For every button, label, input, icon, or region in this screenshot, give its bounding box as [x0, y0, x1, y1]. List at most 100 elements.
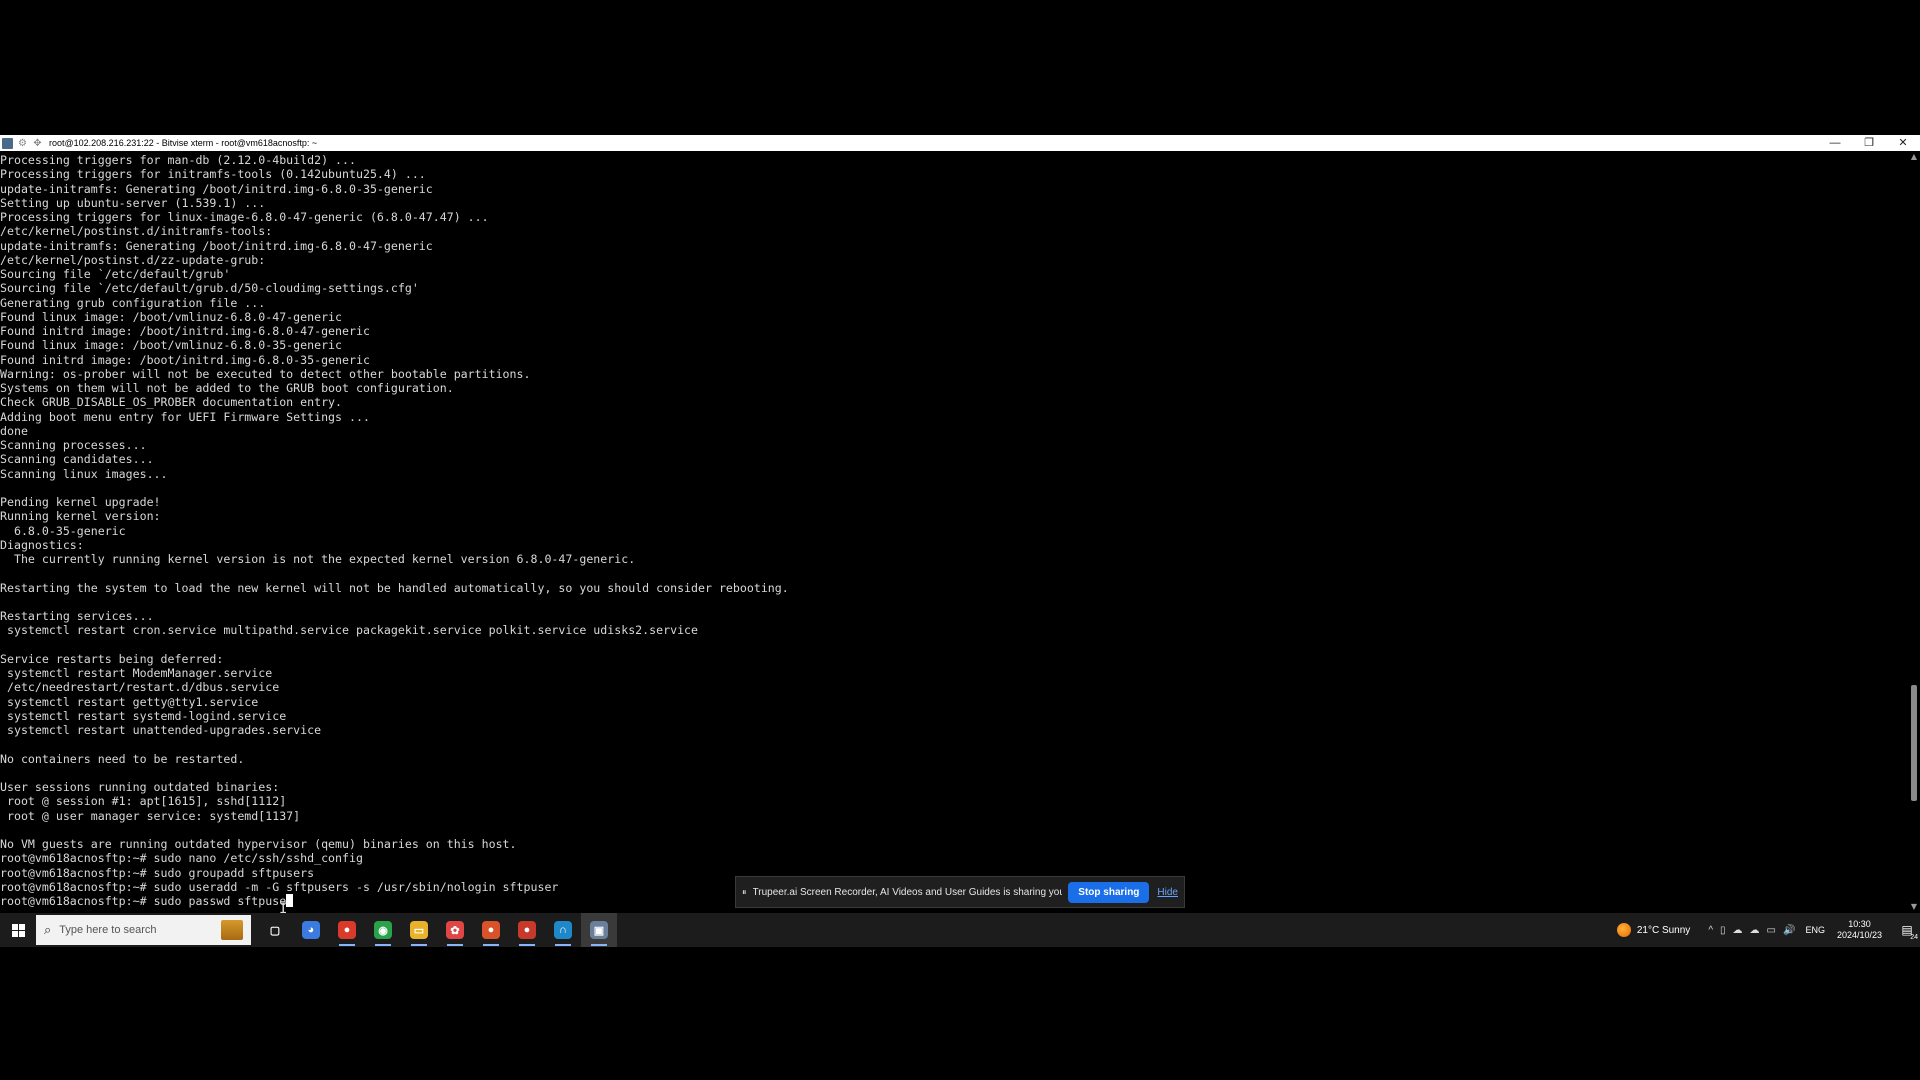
terminal-line: Processing triggers for initramfs-tools …: [0, 167, 426, 182]
app-red-icon: ✿: [446, 921, 464, 939]
weather-text: 21°C Sunny: [1636, 924, 1691, 936]
system-tray: 21°C Sunny ^ ▯ ☁ ☁ ▭ 🔊 ENG 10:30 2024/10/23 ▤…: [1616, 913, 1920, 947]
volume-icon[interactable]: 🔊: [1783, 925, 1795, 936]
pause-icon[interactable]: ⏸: [742, 887, 747, 898]
share-message: Trupeer.ai Screen Recorder, AI Videos an…: [752, 886, 1063, 898]
chrome-profile-2-taskbar-button[interactable]: ●: [473, 913, 509, 947]
weather-widget[interactable]: 21°C Sunny: [1616, 923, 1691, 937]
stop-sharing-button[interactable]: Stop sharing: [1068, 881, 1150, 903]
network-icon[interactable]: ▭: [1767, 925, 1776, 936]
minimize-button[interactable]: —: [1818, 135, 1852, 151]
terminal-line: systemctl restart ModemManager.service: [0, 666, 273, 680]
battery-icon[interactable]: ▯: [1720, 925, 1726, 936]
terminal-line: Setting up ubuntu-server (1.539.1) ...: [0, 195, 266, 210]
taskbar-search-box[interactable]: ⌕ Type here to search: [36, 915, 251, 945]
terminal-line: Diagnostics:: [0, 537, 84, 552]
terminal-line: /etc/kernel/postinst.d/initramfs-tools:: [0, 224, 273, 239]
terminal-line: root @ session #1: apt[1615], sshd[1112]: [0, 794, 287, 809]
bitvise-xterm-icon: ▣: [590, 921, 608, 939]
terminal-line: /etc/needrestart/restart.d/dbus.service: [0, 680, 280, 695]
bitvise-xterm-taskbar-button[interactable]: ▣: [581, 913, 617, 947]
terminal-line: Generating grub configuration file ...: [0, 295, 266, 310]
app-icon[interactable]: [2, 137, 13, 149]
terminal-line: Running kernel version:: [0, 509, 161, 524]
onedrive-icon[interactable]: ☁: [1733, 925, 1743, 936]
terminal-line: Restarting services...: [0, 609, 154, 623]
shell-prompt: root@vm618acnosftp:~#: [0, 894, 154, 908]
terminal-line: root@vm618acnosftp:~# sudo nano /etc/ssh…: [0, 851, 363, 866]
close-button[interactable]: ✕: [1886, 135, 1920, 151]
search-placeholder: Type here to search: [59, 924, 157, 936]
terminal-line: Found initrd image: /boot/initrd.img-6.8…: [0, 352, 370, 367]
clock-time: 10:30: [1848, 919, 1871, 929]
terminal-line: Found linux image: /boot/vmlinuz-6.8.0-4…: [0, 309, 343, 324]
chrome-profile-3-icon: ●: [518, 921, 536, 939]
start-button[interactable]: [0, 913, 36, 947]
terminal-line: Service restarts being deferred:: [0, 651, 224, 666]
terminal-output[interactable]: Processing triggers for man-db (2.12.0-4…: [0, 151, 1908, 913]
screen-share-banner: ⏸ Trupeer.ai Screen Recorder, AI Videos …: [735, 876, 1185, 908]
move-icon[interactable]: ✥: [32, 138, 43, 149]
terminal-line: update-initramfs: Generating /boot/initr…: [0, 238, 433, 253]
copilot-taskbar-button[interactable]: ◕: [293, 913, 329, 947]
terminal-line: Check GRUB_DISABLE_OS_PROBER documentati…: [0, 395, 343, 410]
notification-count: 24: [1910, 934, 1918, 941]
notification-center-button[interactable]: ▤ 24: [1894, 913, 1920, 947]
terminal-line: done: [0, 423, 28, 438]
window-title-bar[interactable]: ⚙ ✥ root@102.208.216.231:22 - Bitvise xt…: [0, 135, 1920, 151]
terminal-line: Scanning candidates...: [0, 452, 154, 467]
file-explorer-taskbar-button[interactable]: ▭: [401, 913, 437, 947]
windows-logo-icon: [11, 923, 25, 937]
scroll-up-arrow-icon[interactable]: ▲: [1908, 151, 1920, 163]
command-input[interactable]: sudo passwd sftpuse: [154, 894, 287, 908]
terminal-line: 6.8.0-35-generic: [0, 523, 126, 538]
window-controls: — ❐ ✕: [1818, 135, 1920, 151]
tray-icons: ^ ▯ ☁ ☁ ▭ 🔊: [1708, 925, 1795, 936]
scroll-thumb[interactable]: [1911, 685, 1917, 802]
sun-icon: [1616, 923, 1631, 937]
taskbar-apps: ▢ ◕ ● ◉ ▭ ✿ ● ● ∩ ▣: [257, 913, 617, 947]
bitvise-client-taskbar-button[interactable]: ∩: [545, 913, 581, 947]
maximize-button[interactable]: ❐: [1852, 135, 1886, 151]
scroll-down-arrow-icon[interactable]: ▼: [1908, 901, 1920, 913]
terminal-line: No VM guests are running outdated hyperv…: [0, 837, 517, 851]
search-icon: ⌕: [44, 922, 52, 937]
terminal-line: Warning: os-prober will not be executed …: [0, 366, 531, 381]
terminal-line: Sourcing file `/etc/default/grub.d/50-cl…: [0, 281, 419, 296]
clock-date: 2024/10/23: [1836, 930, 1882, 940]
chrome-taskbar-button[interactable]: ◉: [365, 913, 401, 947]
terminal-line: User sessions running outdated binaries:: [0, 780, 280, 794]
terminal-line: Scanning linux images...: [0, 466, 168, 481]
chrome-profile-3-taskbar-button[interactable]: ●: [509, 913, 545, 947]
window-title: root@102.208.216.231:22 - Bitvise xterm …: [49, 138, 318, 148]
hide-banner-link[interactable]: Hide: [1157, 887, 1178, 898]
terminal-line: root @ user manager service: systemd[113…: [0, 808, 301, 823]
taskbar-clock[interactable]: 10:30 2024/10/23: [1837, 919, 1882, 941]
terminal-line: Processing triggers for man-db (2.12.0-4…: [0, 153, 356, 167]
terminal-line: Systems on them will not be added to the…: [0, 381, 454, 395]
terminal-line: update-initramfs: Generating /boot/initr…: [0, 181, 433, 196]
terminal-line: /etc/kernel/postinst.d/zz-update-grub:: [0, 252, 266, 267]
terminal-line: Processing triggers for linux-image-6.8.…: [0, 210, 489, 224]
terminal-line: Found initrd image: /boot/initrd.img-6.8…: [0, 324, 370, 338]
copilot-icon: ◕: [302, 921, 320, 939]
task-view-icon: ▢: [266, 921, 284, 939]
task-view-taskbar-button[interactable]: ▢: [257, 913, 293, 947]
terminal-line: Sourcing file `/etc/default/grub': [0, 267, 231, 281]
terminal-line: systemctl restart cron.service multipath…: [0, 623, 699, 638]
language-indicator[interactable]: ENG: [1805, 925, 1825, 935]
app-red-taskbar-button[interactable]: ✿: [437, 913, 473, 947]
onedrive-2-icon[interactable]: ☁: [1750, 925, 1760, 936]
settings-icon[interactable]: ⚙: [17, 138, 28, 149]
search-highlight-icon: [221, 920, 243, 940]
terminal-scrollbar[interactable]: ▲ ▼: [1908, 151, 1920, 913]
terminal-line: Restarting the system to load the new ke…: [0, 580, 789, 595]
terminal-line: systemctl restart unattended-upgrades.se…: [0, 723, 322, 737]
show-hidden-icons-icon[interactable]: ^: [1708, 925, 1713, 936]
terminal-line: The currently running kernel version is …: [0, 552, 636, 566]
chrome-profile-taskbar-button[interactable]: ●: [329, 913, 365, 947]
